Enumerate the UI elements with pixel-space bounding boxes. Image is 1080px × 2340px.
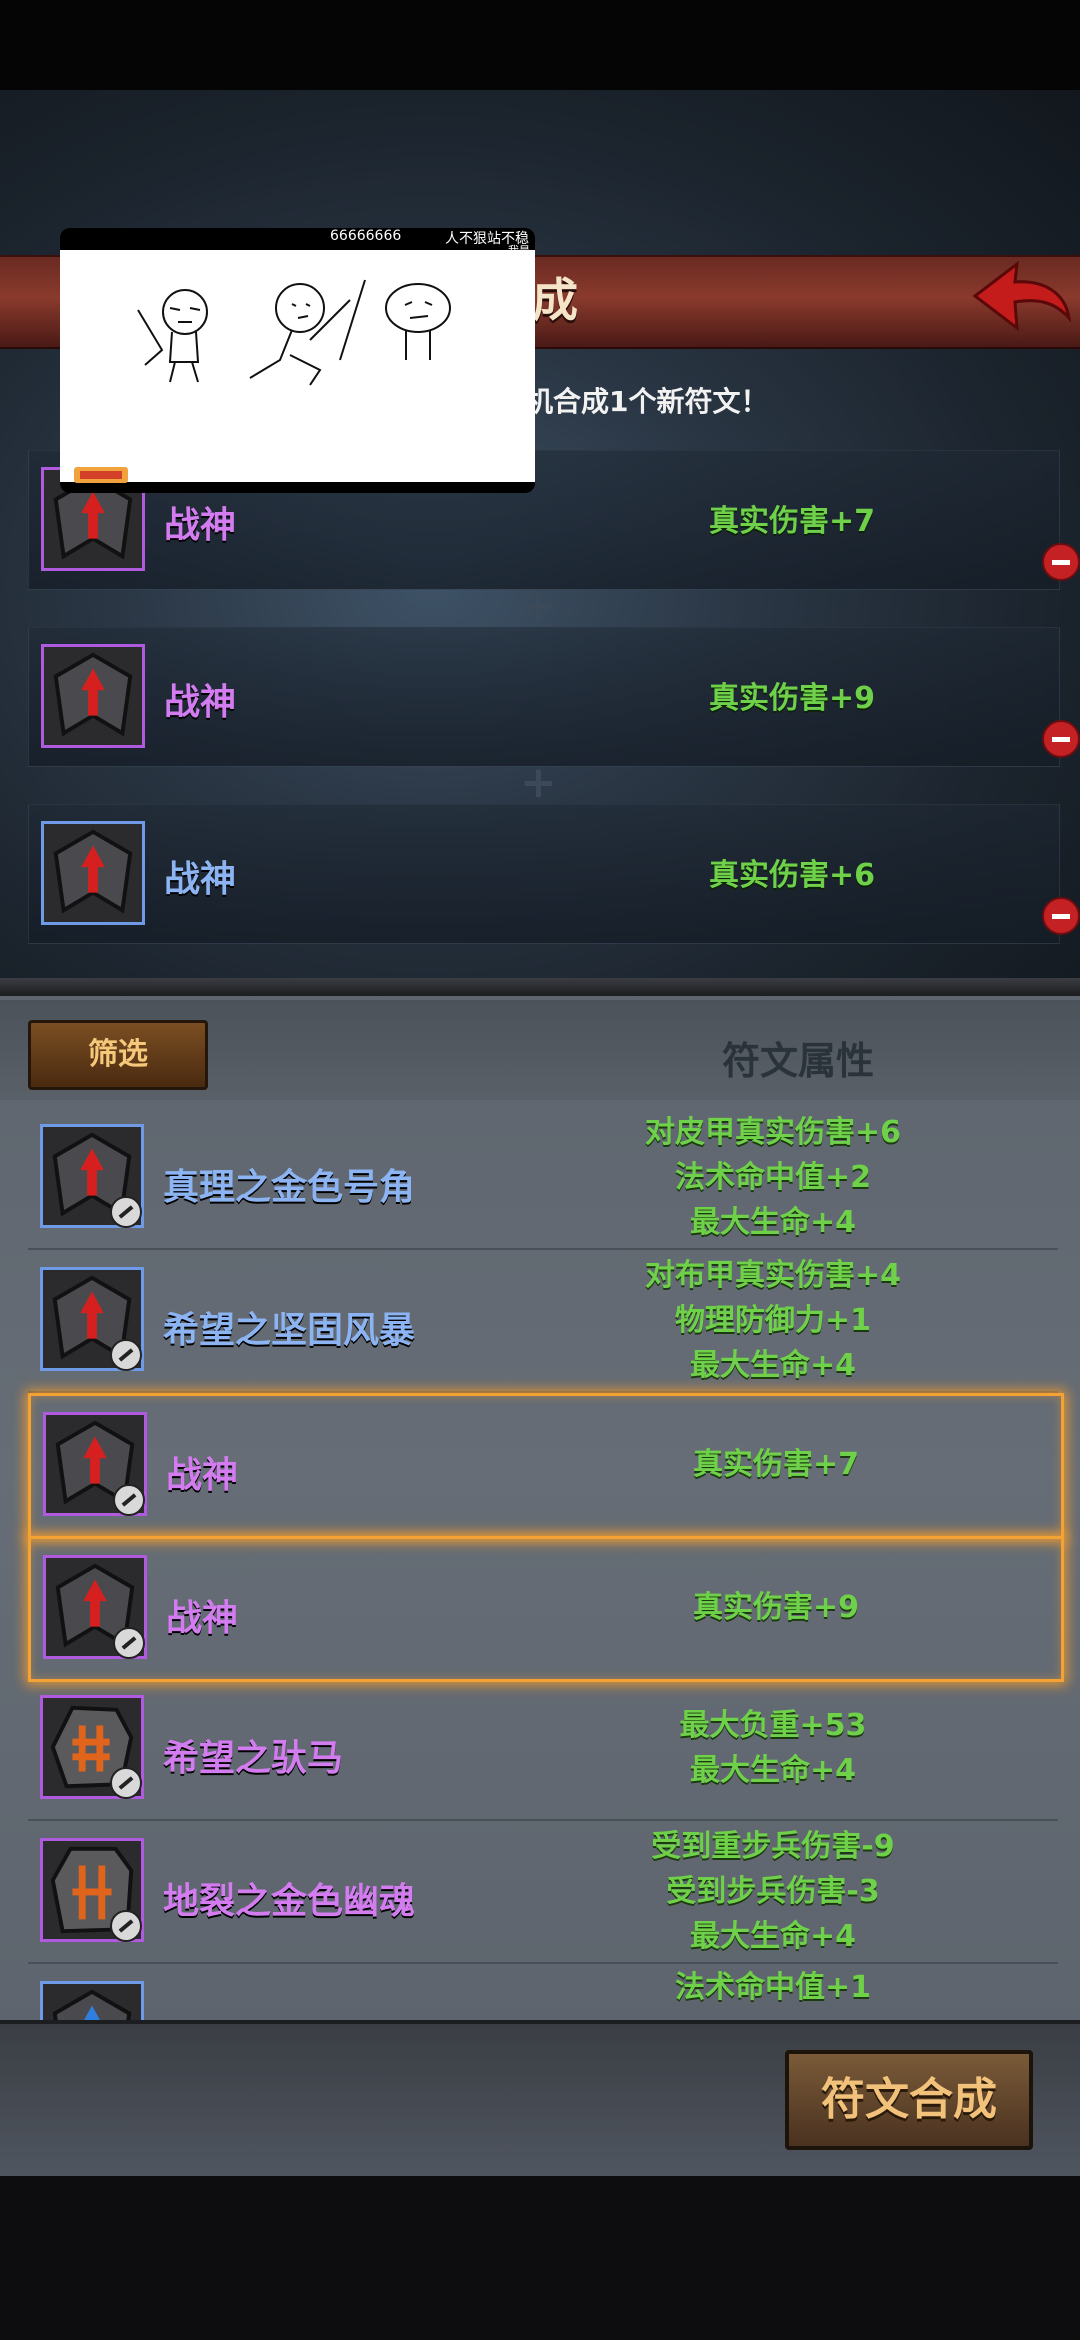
rune-icon xyxy=(40,1981,144,2020)
status-bar xyxy=(0,0,1080,90)
back-arrow-icon[interactable] xyxy=(965,258,1075,338)
lock-badge-icon xyxy=(110,1910,142,1942)
list-item-selected[interactable]: 战神 真实伤害+9 xyxy=(28,1536,1064,1682)
rune-stat: 真实伤害+9 xyxy=(692,1590,859,1625)
lock-badge-icon xyxy=(110,1196,142,1228)
rune-name: 真理之金色号角 xyxy=(163,1167,416,1208)
footer-area xyxy=(0,2176,1080,2340)
lock-badge-icon xyxy=(113,1627,145,1659)
rune-name: 战神 xyxy=(166,1598,239,1639)
selected-slot-2[interactable]: 战神 真实伤害+9 xyxy=(28,627,1080,767)
rune-stat: 最大生命+4 xyxy=(689,1205,856,1240)
list-item[interactable]: 希望之坚固风暴 对布甲真实伤害+4 物理防御力+1 最大生命+4 xyxy=(28,1251,1058,1393)
slot-rune-stat: 真实伤害+9 xyxy=(709,681,876,716)
plus-icon: + xyxy=(520,757,557,808)
rune-stat: 物理防御力+1 xyxy=(674,1303,871,1338)
rune-icon xyxy=(41,821,145,925)
rune-stat: 对皮甲真实伤害+6 xyxy=(644,1115,901,1150)
rune-name: 战神 xyxy=(166,1455,239,1496)
rune-stat: 法术命中值+2 xyxy=(674,1160,871,1195)
rune-stat: 最大生命+4 xyxy=(689,1919,856,1954)
video-frame xyxy=(60,250,535,483)
rune-stat: 法术命中值+1 xyxy=(674,1970,871,2005)
rune-icon xyxy=(41,644,145,748)
rune-stat: 受到步兵伤害-3 xyxy=(666,1874,880,1909)
rune-stats: 受到重步兵伤害-9 受到步兵伤害-3 最大生命+4 xyxy=(558,1824,988,1959)
rune-stats: 真实伤害+7 xyxy=(561,1442,991,1487)
rune-stats: 对布甲真实伤害+4 物理防御力+1 最大生命+4 xyxy=(558,1253,988,1388)
rune-stats: 最大负重+53 最大生命+4 xyxy=(558,1703,988,1793)
stick-figures-drawing xyxy=(137,279,451,386)
attribute-header: 符文属性 xyxy=(722,1039,875,1083)
rune-stat: 最大生命+4 xyxy=(689,1348,856,1383)
rune-stats: 对皮甲真实伤害+6 法术命中值+2 最大生命+4 xyxy=(558,1110,988,1245)
list-item-selected[interactable]: 战神 真实伤害+7 xyxy=(28,1393,1064,1539)
section-divider xyxy=(0,978,1080,996)
plus-icon: + xyxy=(520,580,557,631)
rune-name: 希望之驮马 xyxy=(163,1738,344,1779)
remove-minus-icon[interactable] xyxy=(1042,720,1080,758)
slot-rune-stat: 真实伤害+6 xyxy=(709,858,876,893)
lock-badge-icon xyxy=(113,1484,145,1516)
slot-rune-name: 战神 xyxy=(164,505,237,546)
list-item[interactable]: 真理之金色号角 对皮甲真实伤害+6 法术命中值+2 最大生命+4 xyxy=(28,1108,1058,1250)
rune-name: 希望之坚固风暴 xyxy=(163,1310,416,1351)
remove-minus-icon[interactable] xyxy=(1042,897,1080,935)
selected-slot-3[interactable]: 战神 真实伤害+6 xyxy=(28,804,1080,944)
list-item-partial[interactable]: 法术命中值+1 xyxy=(28,1965,1058,2020)
overlay-text: 66666666 xyxy=(330,228,402,244)
rune-stats: 法术命中值+1 xyxy=(558,1965,988,2010)
slot-rune-name: 战神 xyxy=(164,682,237,723)
remove-minus-icon[interactable] xyxy=(1042,543,1080,581)
rune-stat: 最大负重+53 xyxy=(679,1708,867,1743)
rune-stats: 真实伤害+9 xyxy=(561,1585,991,1630)
logo-icon xyxy=(74,467,128,483)
lock-badge-icon xyxy=(110,1767,142,1799)
instruction-text: 机合成1个新符文！ xyxy=(525,385,769,418)
slot-rune-name: 战神 xyxy=(164,859,237,900)
rune-name: 地裂之金色幽魂 xyxy=(163,1881,416,1922)
rune-compose-button[interactable]: 符文合成 xyxy=(785,2050,1033,2150)
lock-badge-icon xyxy=(110,1339,142,1371)
list-item[interactable]: 地裂之金色幽魂 受到重步兵伤害-9 受到步兵伤害-3 最大生命+4 xyxy=(28,1822,1058,1964)
rune-stat: 对布甲真实伤害+4 xyxy=(644,1258,901,1293)
video-overlay[interactable]: 66666666 人不狠站不稳 我是 xyxy=(60,228,535,493)
rune-stat: 最大生命+4 xyxy=(689,1753,856,1788)
slot-rune-stat: 真实伤害+7 xyxy=(709,504,876,539)
rune-stat: 真实伤害+7 xyxy=(692,1447,859,1482)
list-item[interactable]: 希望之驮马 最大负重+53 最大生命+4 xyxy=(28,1679,1058,1821)
filter-button[interactable]: 筛选 xyxy=(28,1020,208,1090)
rune-stat: 受到重步兵伤害-9 xyxy=(651,1829,895,1864)
